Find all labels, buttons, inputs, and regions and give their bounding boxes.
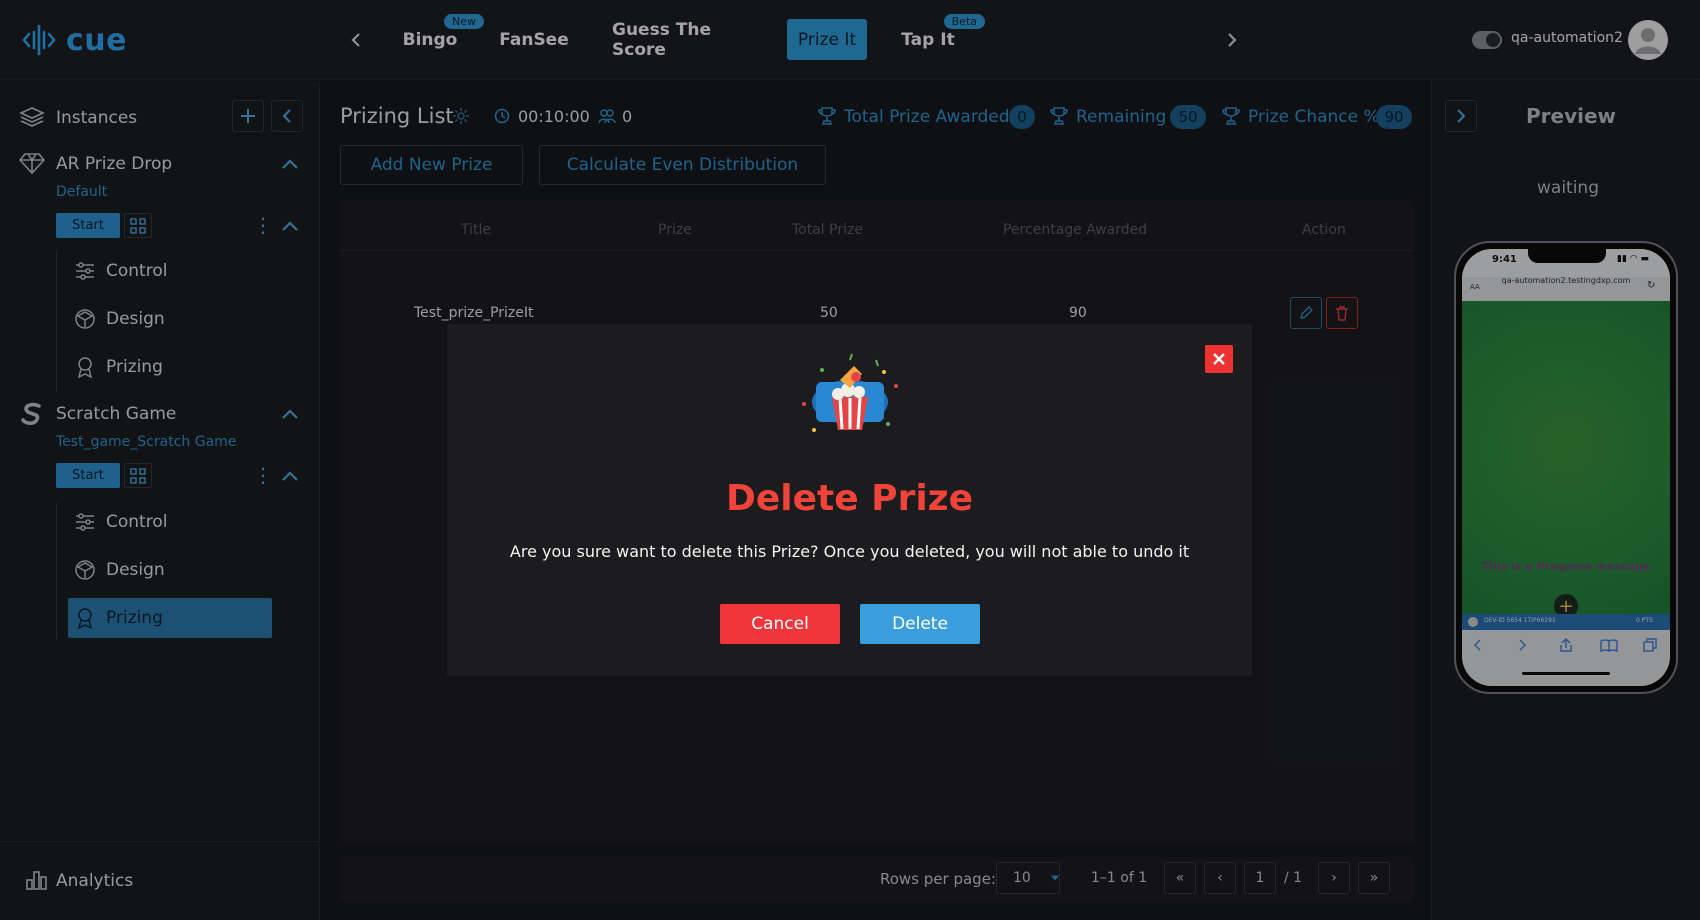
- modal-title: Delete Prize: [725, 478, 974, 519]
- popcorn-illustration: [802, 353, 898, 432]
- cancel-label: Cancel: [751, 614, 809, 634]
- close-icon: [1213, 353, 1225, 365]
- modal-message: Are you sure want to delete this Prize? …: [509, 542, 1190, 561]
- close-modal-button[interactable]: [1205, 345, 1233, 373]
- cancel-button[interactable]: Cancel: [720, 604, 840, 644]
- delete-label: Delete: [892, 614, 948, 634]
- confirm-delete-button[interactable]: Delete: [860, 604, 980, 644]
